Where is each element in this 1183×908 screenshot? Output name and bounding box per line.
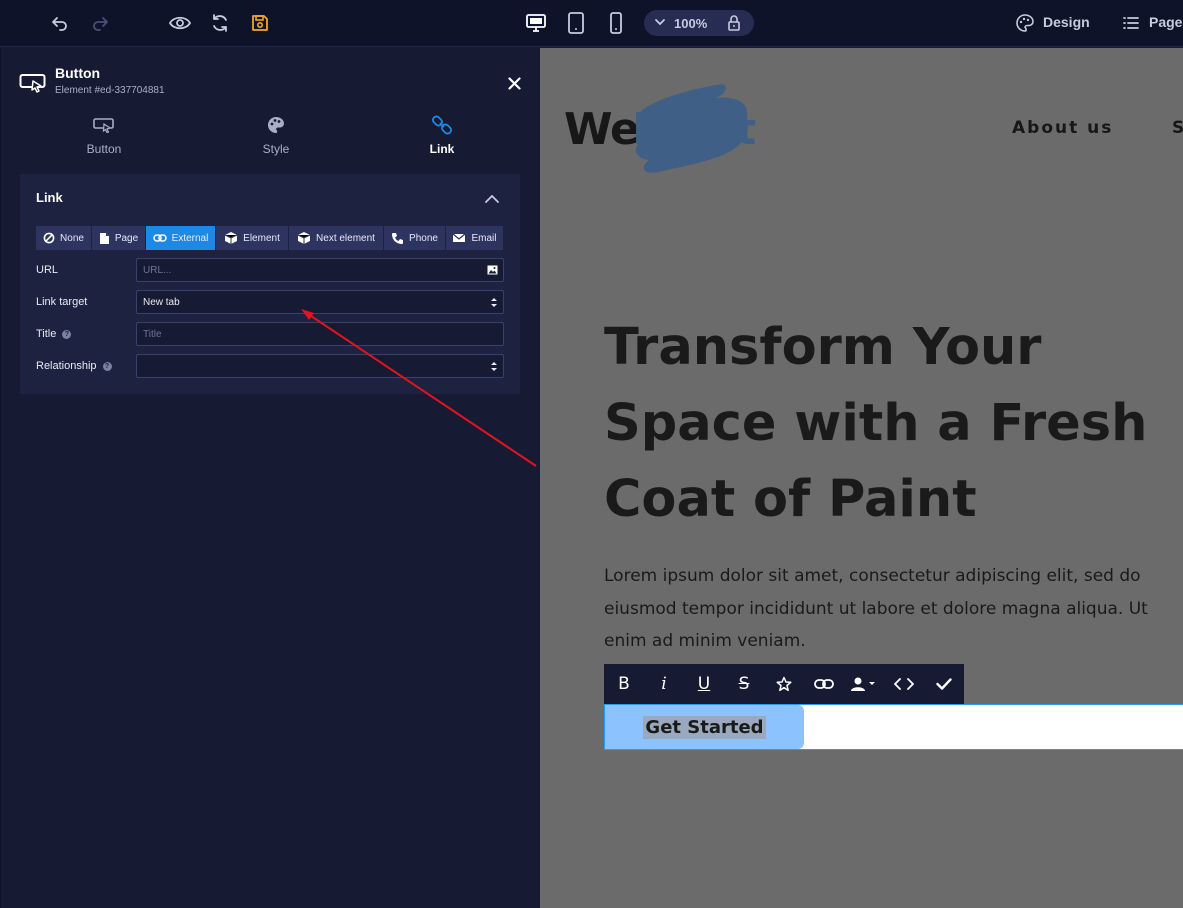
undo-icon[interactable] [48, 11, 72, 35]
link-type-element[interactable]: Element [216, 226, 288, 250]
pages-list-icon [1119, 11, 1143, 35]
hero-paragraph: Lorem ipsum dolor sit amet, consectetur … [604, 566, 1148, 651]
tab-link[interactable]: Link [382, 114, 502, 158]
tab-style[interactable]: Style [216, 114, 336, 158]
link-target-select[interactable]: New tab [136, 290, 504, 314]
check-icon[interactable] [924, 664, 964, 704]
link-target-label: Link target [36, 296, 88, 308]
panel-title: Button [55, 65, 101, 81]
phone-icon [392, 232, 404, 244]
preview-eye-icon[interactable] [168, 11, 192, 35]
star-icon[interactable] [764, 664, 804, 704]
link-type-selector: None Page External Element Next element … [36, 226, 503, 250]
link-settings-section: Link None Page External Element Next ele… [20, 174, 520, 394]
underline-button[interactable]: U [684, 664, 724, 704]
pages-button[interactable]: Pages [1149, 14, 1183, 30]
nav-about-us[interactable]: About us [1012, 118, 1113, 138]
url-label: URL [36, 264, 59, 276]
close-icon[interactable] [504, 73, 524, 93]
button-icon [44, 114, 164, 136]
cube-icon [224, 232, 238, 244]
tablet-view-icon[interactable] [564, 11, 588, 35]
link-type-none[interactable]: None [36, 226, 91, 250]
relationship-select[interactable] [136, 354, 504, 378]
relationship-label: Relationship [36, 360, 97, 372]
logo-paint-text: Paint [632, 104, 756, 155]
cube-icon [297, 232, 311, 244]
link-type-external[interactable]: External [146, 226, 215, 250]
link-icon [382, 114, 502, 136]
strikethrough-button[interactable]: S [724, 664, 764, 704]
title-label-row: Title ? [36, 328, 72, 340]
zoom-level: 100% [674, 16, 708, 31]
chevron-down-icon [655, 19, 665, 26]
help-icon[interactable]: ? [62, 329, 72, 339]
ban-icon [43, 232, 55, 244]
link-type-next-element[interactable]: Next element [289, 226, 383, 250]
url-input[interactable]: URL... [136, 258, 504, 282]
get-started-button[interactable]: Get Started [605, 705, 804, 749]
tab-button[interactable]: Button [44, 114, 164, 158]
hero-title: Transform Your Space with a Fresh Coat o… [604, 318, 1148, 529]
title-input[interactable]: Title [136, 322, 504, 346]
design-palette-icon [1013, 11, 1037, 35]
image-picker-icon[interactable] [487, 265, 498, 275]
select-arrows-icon [491, 362, 497, 371]
chevron-up-icon[interactable] [484, 192, 500, 210]
desktop-view-icon[interactable] [524, 11, 548, 35]
save-icon[interactable] [248, 11, 272, 35]
italic-button[interactable]: i [644, 664, 684, 704]
select-arrows-icon [491, 298, 497, 307]
button-element-icon [19, 72, 47, 99]
link-icon [152, 234, 167, 242]
lock-icon[interactable] [726, 14, 742, 32]
page-icon [99, 232, 109, 244]
logo-we-text: We [564, 104, 640, 155]
top-toolbar: 100% Design Pages [0, 0, 1183, 47]
help-icon[interactable]: ? [102, 361, 112, 371]
bold-button[interactable]: B [604, 664, 644, 704]
envelope-icon [453, 233, 466, 242]
mobile-view-icon[interactable] [604, 11, 628, 35]
link-type-page[interactable]: Page [92, 226, 145, 250]
text-format-toolbar: B i U S [604, 664, 964, 704]
title-label: Title [36, 328, 57, 340]
page-canvas: We Paint About us S Transform Your Space… [540, 48, 1183, 908]
user-dropdown-icon[interactable] [844, 664, 884, 704]
zoom-control[interactable]: 100% [644, 10, 754, 36]
relationship-label-row: Relationship ? [36, 360, 112, 372]
nav-item-clipped[interactable]: S [1172, 118, 1183, 138]
element-settings-panel: Button Element #ed-337704881 Button Styl… [0, 48, 540, 908]
selected-button-block[interactable]: Get Started [604, 704, 1183, 750]
section-title: Link [36, 190, 63, 205]
link-icon[interactable] [804, 664, 844, 704]
redo-icon[interactable] [88, 11, 112, 35]
design-button[interactable]: Design [1043, 14, 1090, 30]
element-id: Element #ed-337704881 [55, 85, 165, 96]
site-logo[interactable]: We Paint [564, 80, 774, 180]
palette-icon [216, 114, 336, 136]
link-type-email[interactable]: Email [446, 226, 503, 250]
cta-label: Get Started [643, 715, 766, 739]
refresh-icon[interactable] [208, 11, 232, 35]
link-type-phone[interactable]: Phone [384, 226, 445, 250]
code-icon[interactable] [884, 664, 924, 704]
